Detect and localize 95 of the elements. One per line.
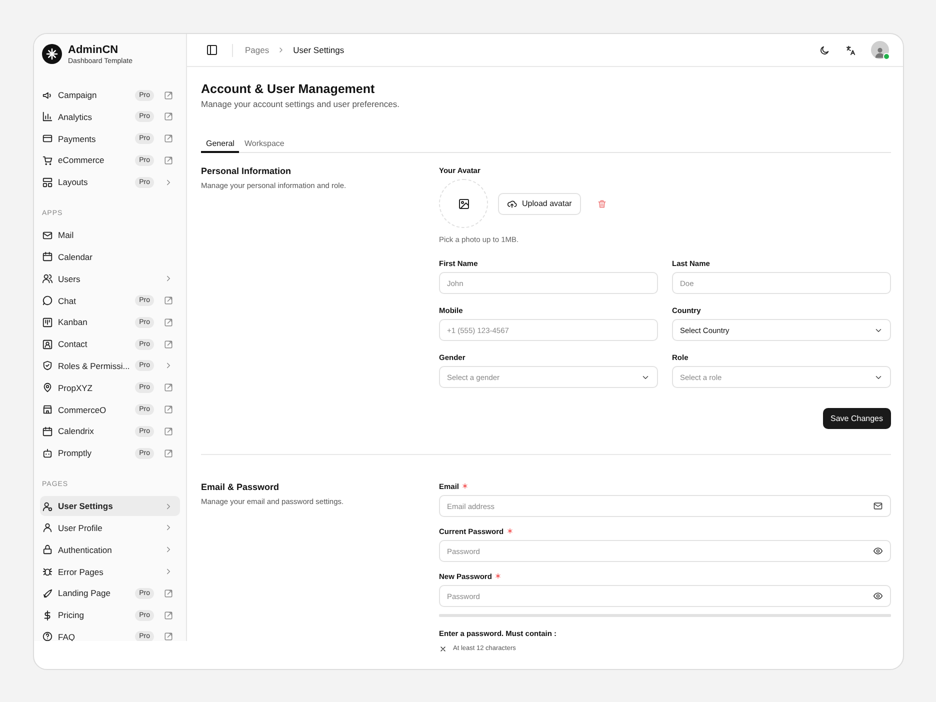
brand-name: AdminCN: [68, 44, 120, 56]
external-link-icon: [164, 383, 173, 392]
external-link-icon: [164, 156, 173, 165]
bar-chart-icon: [42, 111, 53, 122]
calendar-icon: [42, 426, 53, 437]
page-title: Account & User Management: [201, 82, 376, 96]
bug-icon: [42, 566, 53, 578]
calendar-icon: [42, 251, 53, 262]
sidebar-item-label: Contact: [58, 339, 88, 350]
breadcrumb-current: User Settings: [293, 45, 344, 55]
sidebar-item-label: Promptly: [58, 448, 93, 458]
dollar-sign-icon: [42, 610, 53, 621]
layout-icon: [42, 176, 53, 188]
shield-check-icon: [42, 360, 53, 372]
user-gear-icon: [42, 500, 53, 512]
external-link-icon: [164, 610, 173, 620]
sidebar-item-label: Users: [58, 274, 82, 284]
sidebar-item-label: eCommerce: [58, 155, 106, 166]
sidebar-item[interactable]: Users: [40, 268, 180, 289]
sidebar-toggle-icon[interactable]: [206, 44, 218, 56]
user-avatar[interactable]: [871, 41, 889, 59]
chevron-right-icon: [164, 502, 173, 511]
eye-icon[interactable]: [873, 546, 883, 556]
external-link-icon: [164, 426, 173, 436]
page-subtitle: Manage your account settings and user preferences.: [201, 99, 400, 109]
sidebar-item-label: Landing Page: [58, 588, 112, 598]
contact-card-icon: [42, 338, 53, 350]
breadcrumb-link[interactable]: Pages: [245, 45, 270, 55]
sidebar-item-label: User Settings: [58, 501, 114, 512]
sidebar-item-label: Payments: [58, 134, 97, 144]
sidebar-item[interactable]: Mail: [40, 225, 180, 246]
sidebar-item-label: Kanban: [58, 317, 88, 328]
chevron-right-icon: [164, 274, 173, 284]
chevron-right-icon: [164, 178, 173, 187]
sidebar-item[interactable]: User Settings: [40, 496, 180, 516]
external-link-icon: [164, 134, 173, 144]
store-icon: [42, 404, 53, 416]
rocket-icon: [42, 588, 53, 599]
sidebar-item-label: Error Pages: [58, 566, 104, 577]
external-link-icon: [164, 318, 173, 327]
external-link-icon: [164, 588, 173, 598]
kanban-icon: [42, 316, 53, 328]
section-title: Email & Password: [201, 482, 280, 492]
sidebar-item[interactable]: Error Pages: [40, 562, 180, 582]
sidebar-item-label: Roles & Permissi...: [58, 360, 130, 371]
tab[interactable]: Workspace: [239, 136, 290, 153]
sidebar-item-label: Layouts: [58, 177, 89, 188]
sidebar-item-label: Mail: [58, 230, 75, 240]
chat-bubble-icon: [42, 295, 53, 306]
sidebar-item[interactable]: User Profile: [40, 518, 180, 538]
external-link-icon: [164, 90, 173, 100]
sidebar-item-label: PropXYZ: [58, 382, 94, 393]
section-title: Personal Information: [201, 166, 292, 176]
external-link-icon: [164, 405, 173, 414]
sidebar-item-label: User Profile: [58, 522, 104, 533]
sidebar-item[interactable]: Calendar: [40, 246, 180, 267]
external-link-icon: [164, 632, 173, 641]
tab[interactable]: General: [201, 136, 240, 153]
image-icon: [458, 198, 470, 210]
external-link-icon: [164, 340, 173, 349]
sidebar-item-label: Campaign: [58, 90, 98, 100]
sidebar-item-label: Pricing: [58, 610, 85, 620]
megaphone-icon: [42, 90, 53, 100]
credit-card-icon: [42, 133, 53, 144]
mail-icon: [873, 501, 883, 511]
translate-icon[interactable]: [845, 44, 856, 56]
lock-icon: [42, 544, 53, 556]
sidebar-item-label: Calendar: [58, 252, 94, 262]
location-pin-icon: [42, 382, 53, 394]
sidebar-item-label: Calendrix: [58, 426, 95, 436]
cloud-upload-icon: [507, 198, 517, 208]
sidebar-item-label: Analytics: [58, 112, 94, 122]
avatar-dropzone[interactable]: [439, 179, 488, 228]
users-icon: [42, 273, 53, 284]
chevron-right-icon: [164, 567, 173, 576]
external-link-icon: [164, 112, 173, 122]
upload-avatar-button[interactable]: Upload avatar: [498, 192, 581, 214]
trash-icon[interactable]: [596, 198, 607, 208]
cart-icon: [42, 154, 53, 166]
save-changes-button[interactable]: Save Changes: [822, 408, 891, 429]
sidebar-item-label: CommerceO: [58, 404, 108, 415]
sidebar-item-label: Authentication: [58, 544, 113, 555]
external-link-icon: [164, 296, 173, 306]
sidebar-item-label: Chat: [58, 296, 77, 306]
chevron-right-icon: [164, 545, 173, 554]
mail-icon: [42, 230, 53, 241]
moon-icon[interactable]: [819, 44, 830, 56]
sidebar-item[interactable]: Authentication: [40, 540, 180, 560]
eye-icon[interactable]: [873, 591, 883, 601]
user-icon: [42, 522, 53, 534]
chevron-right-icon: [164, 523, 173, 532]
external-link-icon: [164, 448, 173, 458]
asterisk-logo-icon: [42, 44, 62, 64]
chevron-right-icon: [164, 361, 173, 370]
bot-icon: [42, 448, 53, 459]
